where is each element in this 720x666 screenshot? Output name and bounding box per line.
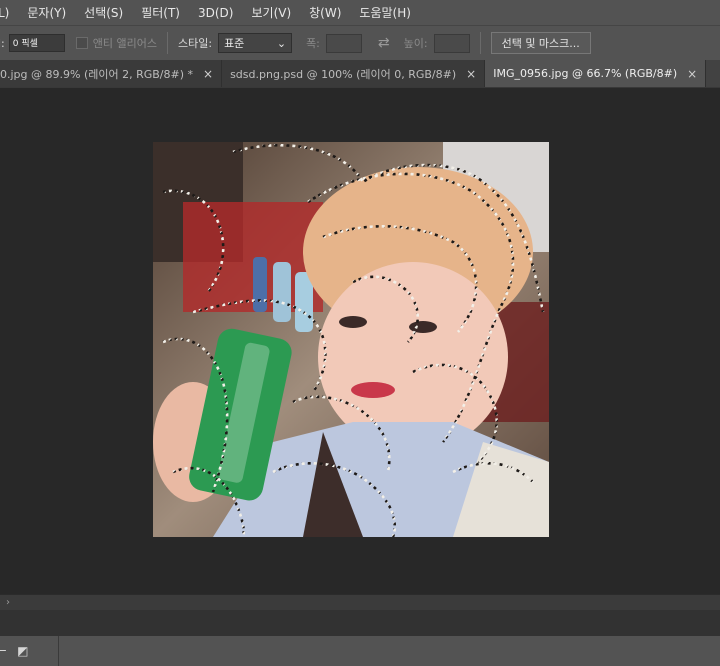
close-icon[interactable]: ×	[687, 67, 697, 81]
swap-icon[interactable]: ⇄	[378, 35, 390, 51]
options-bar: l: 0 픽셀 앤티 앨리어스 스타일: 표준 ⌄ 폭: ⇄ 높이: 선택 및 …	[0, 25, 720, 61]
tab-document-1[interactable]: 0.jpg @ 89.9% (레이어 2, RGB/8#) * ×	[0, 60, 223, 87]
quick-mask-icon[interactable]: ◩	[17, 644, 28, 658]
layer-icon[interactable]: ⌐	[0, 644, 7, 658]
style-label: 스타일:	[177, 37, 213, 50]
divider	[166, 32, 168, 54]
horizontal-scrollbar[interactable]: ›	[0, 594, 720, 610]
tab-document-3[interactable]: IMG_0956.jpg @ 66.7% (RGB/8#) ×	[485, 60, 707, 87]
bottom-toolbar: ⌐ ◩	[0, 636, 720, 666]
menu-item-select[interactable]: 선택(S)	[84, 4, 131, 21]
close-icon[interactable]: ×	[203, 67, 213, 81]
document-image[interactable]	[153, 142, 549, 537]
menu-item-window[interactable]: 창(W)	[309, 4, 349, 21]
tab-label: 0.jpg @ 89.9% (레이어 2, RGB/8#) *	[0, 67, 194, 81]
menu-item-type[interactable]: 문자(Y)	[27, 4, 74, 21]
menu-item-layer[interactable]: L)	[0, 6, 17, 20]
divider	[58, 636, 60, 666]
canvas-area[interactable]	[0, 88, 720, 594]
tab-label: IMG_0956.jpg @ 66.7% (RGB/8#)	[493, 67, 678, 80]
menu-item-filter[interactable]: 필터(T)	[141, 4, 188, 21]
height-label: 높이:	[403, 37, 428, 50]
feather-input[interactable]: 0 픽셀	[8, 34, 65, 52]
tab-label: sdsd.png.psd @ 100% (레이어 0, RGB/8#)	[230, 67, 457, 81]
chevron-down-icon: ⌄	[276, 36, 287, 50]
document-tabs: 0.jpg @ 89.9% (레이어 2, RGB/8#) * × sdsd.p…	[0, 60, 720, 88]
menu-item-view[interactable]: 보기(V)	[251, 4, 299, 21]
menu-bar: L) 문자(Y) 선택(S) 필터(T) 3D(D) 보기(V) 창(W) 도움…	[0, 0, 720, 25]
photo-illustration	[153, 142, 549, 537]
anti-alias-label: 앤티 앨리어스	[92, 37, 157, 50]
menu-item-help[interactable]: 도움말(H)	[359, 4, 419, 21]
style-select-value: 표준	[224, 37, 245, 50]
timeline-panel	[0, 610, 720, 636]
select-and-mask-button[interactable]: 선택 및 마스크...	[490, 32, 591, 54]
menu-item-3d[interactable]: 3D(D)	[198, 6, 241, 20]
close-icon[interactable]: ×	[466, 67, 476, 81]
tab-document-2[interactable]: sdsd.png.psd @ 100% (레이어 0, RGB/8#) ×	[222, 60, 486, 87]
height-input[interactable]	[433, 33, 470, 53]
feather-label: l:	[0, 36, 5, 50]
width-input[interactable]	[325, 33, 362, 53]
divider	[479, 32, 481, 54]
style-select[interactable]: 표준 ⌄	[218, 33, 293, 53]
anti-alias-checkbox[interactable]	[75, 37, 88, 49]
scroll-right-icon[interactable]: ›	[6, 597, 10, 608]
width-label: 폭:	[306, 37, 320, 50]
